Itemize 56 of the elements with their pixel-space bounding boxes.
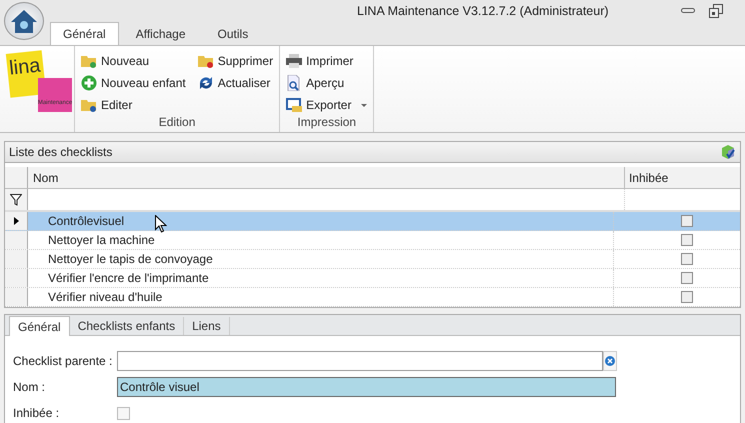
ribbon-button[interactable]: Imprimer — [284, 51, 370, 71]
checkbox[interactable] — [680, 291, 693, 303]
field-label: Nom : — [13, 380, 46, 394]
table-row[interactable]: Nettoyer le tapis de convoyage — [5, 250, 740, 269]
checkbox[interactable] — [680, 253, 693, 265]
table-cell: Vérifier l'encre de l'imprimante — [28, 269, 614, 287]
tab[interactable]: Liens — [184, 317, 230, 335]
ribbon-button[interactable]: Exporter — [284, 95, 370, 115]
folder-plus-icon — [81, 54, 97, 68]
filter-icon[interactable] — [10, 194, 22, 206]
restore-icon[interactable] — [709, 4, 723, 18]
field-label: Checklist parente : — [13, 354, 114, 368]
group-label: Impression — [296, 115, 358, 131]
input-field[interactable] — [117, 351, 603, 371]
column-header[interactable]: Nom — [28, 167, 625, 188]
logo-wordmark: lina — [6, 50, 46, 98]
preview-icon — [286, 75, 302, 91]
ribbon-button[interactable]: Nouveau — [79, 51, 188, 71]
table-row[interactable]: Nettoyer la machine — [5, 231, 740, 250]
folder-delete-icon — [198, 54, 214, 68]
input-field[interactable]: Contrôle visuel — [117, 377, 616, 397]
home-button[interactable] — [4, 2, 44, 40]
checkbox[interactable] — [680, 215, 693, 227]
ribbon-button[interactable]: Nouveau enfant — [79, 73, 188, 93]
table-cell: Nettoyer le tapis de convoyage — [28, 250, 614, 268]
ribbon-button[interactable]: Actualiser — [196, 73, 276, 93]
field-label: Inhibée : — [13, 406, 60, 420]
checkbox[interactable] — [117, 406, 130, 420]
minimize-icon[interactable] — [681, 8, 695, 14]
column-header[interactable]: Inhibée — [624, 167, 740, 188]
export-icon — [286, 98, 302, 112]
ribbon-button[interactable]: Editer — [79, 95, 188, 115]
checkbox[interactable] — [680, 272, 693, 284]
panel-title: Liste des checklists — [9, 145, 112, 159]
table-row[interactable]: Vérifier l'encre de l'imprimante — [5, 269, 740, 288]
table-cell: Vérifier niveau d'huile — [28, 288, 614, 306]
ribbon-tab[interactable]: Outils — [202, 22, 264, 45]
window-title: LINA Maintenance V3.12.7.2 (Administrateur) — [357, 4, 609, 18]
checkbox[interactable] — [680, 234, 693, 246]
cube-check-icon[interactable] — [720, 144, 736, 160]
add-icon — [81, 75, 97, 91]
current-row-icon — [14, 217, 18, 225]
table-row[interactable]: Vérifier niveau d'huile — [5, 288, 740, 307]
group-label: Edition — [158, 115, 196, 131]
ribbon-button[interactable]: Aperçu — [284, 73, 370, 93]
tab[interactable]: Général — [9, 316, 70, 336]
clear-button[interactable] — [603, 351, 617, 371]
ribbon-tab[interactable]: Affichage — [120, 22, 201, 45]
ribbon-button[interactable]: Supprimer — [196, 51, 276, 71]
ribbon-tab[interactable]: Général — [50, 22, 119, 45]
tab[interactable]: Checklists enfants — [70, 317, 184, 335]
folder-edit-icon — [81, 98, 97, 112]
printer-icon — [286, 54, 302, 68]
refresh-icon — [198, 75, 214, 91]
table-row[interactable]: Contrôlevisuel — [5, 212, 740, 231]
cursor-icon — [155, 215, 167, 233]
